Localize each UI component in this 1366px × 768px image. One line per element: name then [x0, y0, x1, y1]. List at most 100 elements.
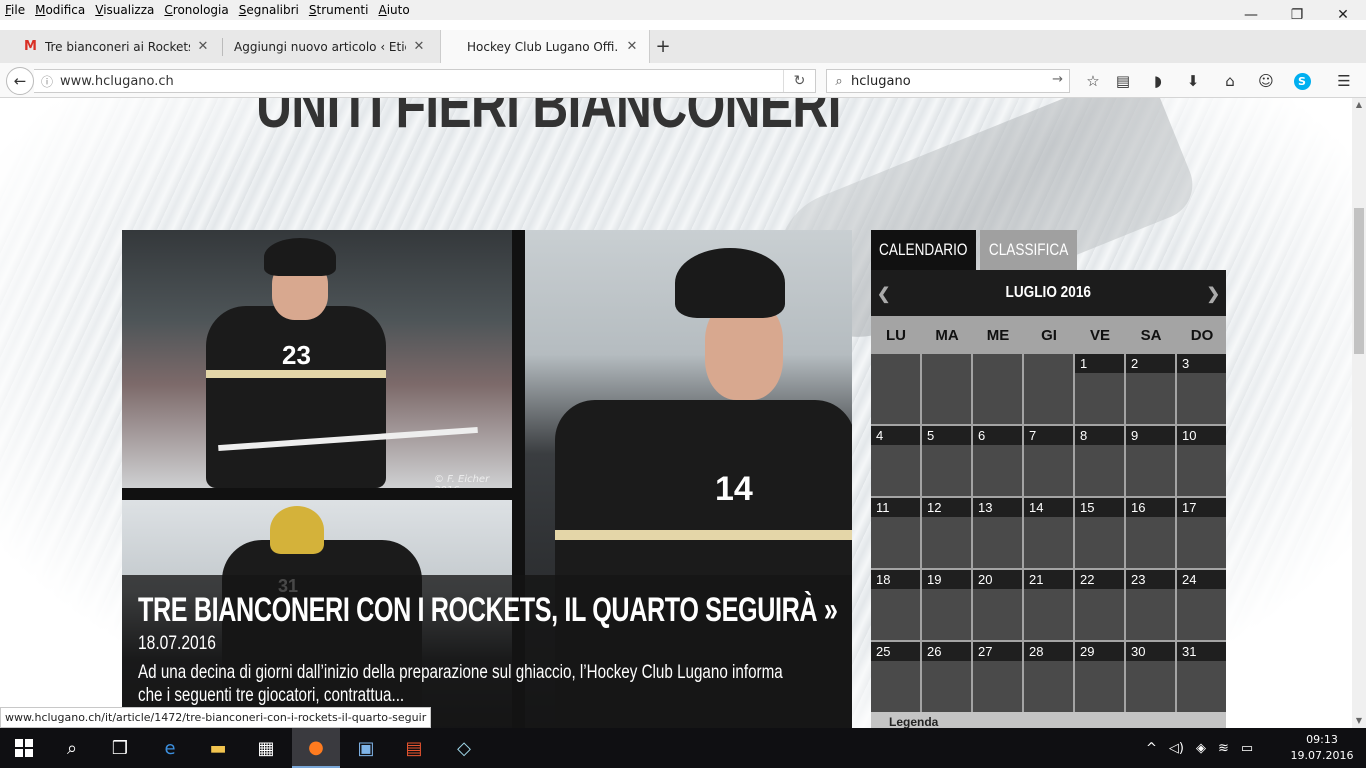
- notes-icon[interactable]: ◇: [440, 728, 488, 768]
- url-text[interactable]: www.hclugano.ch: [60, 74, 174, 89]
- close-tab-icon[interactable]: ✕: [625, 39, 639, 54]
- hello-icon[interactable]: ☺: [1254, 69, 1278, 93]
- search-bar[interactable]: ⌕ hclugano →: [826, 69, 1070, 93]
- outlook-icon[interactable]: ▣: [342, 728, 390, 768]
- calendar-day[interactable]: 15: [1075, 498, 1124, 568]
- menu-modifica[interactable]: Modifica: [30, 3, 90, 17]
- day-number: 27: [973, 642, 1022, 661]
- skype-icon[interactable]: S: [1290, 69, 1314, 93]
- firefox-icon[interactable]: ●: [292, 728, 340, 768]
- calendar-day[interactable]: 23: [1126, 570, 1175, 640]
- day-number: 26: [922, 642, 971, 661]
- calendar-day[interactable]: 11: [871, 498, 920, 568]
- vertical-scrollbar[interactable]: ▲ ▼: [1352, 98, 1366, 728]
- calendar-day[interactable]: 16: [1126, 498, 1175, 568]
- calendar-day[interactable]: 19: [922, 570, 971, 640]
- calendar-day[interactable]: 24: [1177, 570, 1226, 640]
- calendar-day[interactable]: 17: [1177, 498, 1226, 568]
- hero-news[interactable]: 23 © F. Eicher 2016 14 31 TRE BIANCONERI…: [122, 230, 852, 728]
- file-explorer-icon[interactable]: ▬: [194, 728, 242, 768]
- menu-visualizza[interactable]: Visualizza: [90, 3, 159, 17]
- minimize-button[interactable]: —: [1228, 0, 1274, 30]
- calendar-day[interactable]: 9: [1126, 426, 1175, 496]
- notifications-icon[interactable]: ▭: [1241, 741, 1253, 756]
- tab-hclugano[interactable]: Hockey Club Lugano Offi... ✕: [440, 30, 650, 63]
- calendar-day[interactable]: 20: [973, 570, 1022, 640]
- article-date: 18.07.2016: [138, 633, 216, 654]
- player-photo-23[interactable]: 23 © F. Eicher 2016: [122, 230, 512, 488]
- tab-separator: [222, 38, 223, 56]
- calendar-day[interactable]: 31: [1177, 642, 1226, 712]
- tab-classifica[interactable]: CLASSIFICA: [980, 230, 1077, 270]
- task-view-icon[interactable]: ❒: [96, 728, 144, 768]
- calendar-day[interactable]: 5: [922, 426, 971, 496]
- day-number: 1: [1075, 354, 1124, 373]
- bookmark-star-icon[interactable]: ☆: [1081, 69, 1105, 93]
- dropbox-icon[interactable]: ◈: [1196, 741, 1206, 756]
- menu-strumenti[interactable]: Strumenti: [304, 3, 374, 17]
- hero-caption[interactable]: TRE BIANCONERI CON I ROCKETS, IL QUARTO …: [122, 575, 852, 728]
- maximize-button[interactable]: ❐: [1274, 0, 1320, 30]
- calendar-day[interactable]: 3: [1177, 354, 1226, 424]
- calendar-day[interactable]: 8: [1075, 426, 1124, 496]
- next-month-icon[interactable]: ❯: [1207, 284, 1220, 304]
- slogan-heading: UNITI FIERI BIANCONERI: [256, 98, 841, 141]
- app-icon[interactable]: ▤: [390, 728, 438, 768]
- calendar-day[interactable]: 13: [973, 498, 1022, 568]
- calendar-day[interactable]: 26: [922, 642, 971, 712]
- menu-cronologia[interactable]: Cronologia: [159, 3, 233, 17]
- article-title[interactable]: TRE BIANCONERI CON I ROCKETS, IL QUARTO …: [138, 591, 838, 630]
- calendar-day[interactable]: 2: [1126, 354, 1175, 424]
- info-icon[interactable]: ⓘ: [34, 73, 60, 90]
- hamburger-menu-icon[interactable]: ☰: [1332, 69, 1356, 93]
- menu-aiuto[interactable]: Aiuto: [373, 3, 414, 17]
- calendar-day[interactable]: 29: [1075, 642, 1124, 712]
- menu-segnalibri[interactable]: Segnalibri: [234, 3, 304, 17]
- download-icon[interactable]: ⬇: [1181, 69, 1205, 93]
- calendar-day[interactable]: 14: [1024, 498, 1073, 568]
- calendar-day[interactable]: 10: [1177, 426, 1226, 496]
- search-input[interactable]: hclugano: [851, 74, 911, 89]
- store-icon[interactable]: ▦: [242, 728, 290, 768]
- calendar-day[interactable]: 25: [871, 642, 920, 712]
- scrollbar-thumb[interactable]: [1354, 208, 1364, 354]
- weekday-label: MA: [935, 326, 959, 344]
- tab-gmail[interactable]: M Tre bianconeri ai Rockets, ... ✕: [14, 30, 220, 63]
- calendar-day[interactable]: 30: [1126, 642, 1175, 712]
- close-tab-icon[interactable]: ✕: [196, 39, 210, 54]
- taskbar-clock[interactable]: 09:13 19.07.2016: [1288, 732, 1356, 764]
- calendar-day[interactable]: 18: [871, 570, 920, 640]
- tab-wordpress[interactable]: Aggiungi nuovo articolo ‹ Etici... ✕: [224, 30, 436, 63]
- calendar-day[interactable]: 27: [973, 642, 1022, 712]
- calendar-day[interactable]: 1: [1075, 354, 1124, 424]
- close-tab-icon[interactable]: ✕: [412, 39, 426, 54]
- scroll-up-arrow-icon[interactable]: ▲: [1352, 98, 1366, 112]
- back-button[interactable]: ←: [6, 67, 34, 95]
- start-button[interactable]: [0, 728, 48, 768]
- scroll-down-arrow-icon[interactable]: ▼: [1352, 714, 1366, 728]
- calendar-day[interactable]: 6: [973, 426, 1022, 496]
- reading-list-icon[interactable]: ▤: [1111, 69, 1135, 93]
- wifi-icon[interactable]: ≋: [1218, 741, 1229, 756]
- volume-icon[interactable]: ◁): [1169, 741, 1184, 756]
- reload-icon[interactable]: ↻: [783, 70, 815, 92]
- search-taskbar-icon[interactable]: ⌕: [48, 728, 96, 768]
- close-button[interactable]: ✕: [1320, 0, 1366, 30]
- pocket-icon[interactable]: ◗: [1146, 69, 1170, 93]
- calendar-day[interactable]: 22: [1075, 570, 1124, 640]
- prev-month-icon[interactable]: ❮: [877, 284, 890, 304]
- tab-calendario[interactable]: CALENDARIO: [871, 230, 976, 270]
- day-number: 8: [1075, 426, 1124, 445]
- calendar-day[interactable]: 7: [1024, 426, 1073, 496]
- url-bar[interactable]: ⓘ www.hclugano.ch ↻: [34, 69, 816, 93]
- calendar-day[interactable]: 21: [1024, 570, 1073, 640]
- calendar-day[interactable]: 12: [922, 498, 971, 568]
- edge-icon[interactable]: e: [146, 728, 194, 768]
- calendar-day[interactable]: 4: [871, 426, 920, 496]
- menu-file[interactable]: File: [0, 3, 30, 17]
- home-icon[interactable]: ⌂: [1218, 69, 1242, 93]
- new-tab-button[interactable]: +: [652, 30, 674, 63]
- calendar-day[interactable]: 28: [1024, 642, 1073, 712]
- search-go-icon[interactable]: →: [1052, 72, 1063, 87]
- show-hidden-icons-icon[interactable]: ^: [1146, 741, 1157, 756]
